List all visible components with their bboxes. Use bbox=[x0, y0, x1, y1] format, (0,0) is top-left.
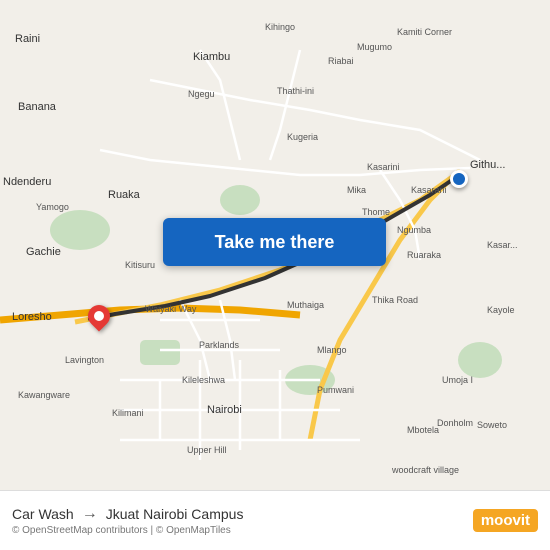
svg-text:Parklands: Parklands bbox=[199, 340, 240, 350]
svg-text:Kiambu: Kiambu bbox=[193, 51, 230, 63]
origin-label: Car Wash bbox=[12, 506, 74, 522]
svg-text:Banana: Banana bbox=[18, 101, 57, 113]
svg-text:Kayole: Kayole bbox=[487, 305, 515, 315]
svg-text:Ngumba: Ngumba bbox=[397, 225, 431, 235]
svg-text:Yamogo: Yamogo bbox=[36, 202, 69, 212]
origin-marker bbox=[450, 170, 468, 188]
svg-text:Kamiti Corner: Kamiti Corner bbox=[397, 27, 452, 37]
svg-text:Githu...: Githu... bbox=[470, 159, 505, 171]
svg-text:Mugumo: Mugumo bbox=[357, 42, 392, 52]
map-attribution: © OpenStreetMap contributors | © OpenMap… bbox=[12, 525, 473, 536]
svg-text:Thome: Thome bbox=[362, 207, 390, 217]
svg-text:Kihingo: Kihingo bbox=[265, 22, 295, 32]
route-info: Car Wash → Jkuat Nairobi Campus bbox=[12, 505, 473, 523]
svg-text:Lavington: Lavington bbox=[65, 355, 104, 365]
svg-text:Ngegu: Ngegu bbox=[188, 89, 215, 99]
svg-text:Loresho: Loresho bbox=[12, 311, 52, 323]
svg-text:Soweto: Soweto bbox=[477, 420, 507, 430]
svg-text:Waiyaki Way: Waiyaki Way bbox=[145, 304, 197, 314]
svg-text:Kasar...: Kasar... bbox=[487, 240, 518, 250]
svg-text:Nairobi: Nairobi bbox=[207, 404, 242, 416]
svg-text:Mbotela: Mbotela bbox=[407, 425, 439, 435]
svg-text:Mlango: Mlango bbox=[317, 345, 347, 355]
moovit-logo-text: moovit bbox=[473, 509, 538, 532]
arrow-icon: → bbox=[82, 505, 98, 523]
bottom-bar: Car Wash → Jkuat Nairobi Campus © OpenSt… bbox=[0, 490, 550, 550]
svg-text:Gachie: Gachie bbox=[26, 246, 61, 258]
svg-text:Mika: Mika bbox=[347, 185, 366, 195]
svg-text:Kitisuru: Kitisuru bbox=[125, 260, 155, 270]
svg-text:Umoja I: Umoja I bbox=[442, 375, 473, 385]
svg-text:Upper Hill: Upper Hill bbox=[187, 445, 227, 455]
svg-text:Kileleshwa: Kileleshwa bbox=[182, 375, 225, 385]
svg-text:Pumwani: Pumwani bbox=[317, 385, 354, 395]
svg-text:Raini: Raini bbox=[15, 33, 40, 45]
svg-text:woodcraft village: woodcraft village bbox=[391, 465, 459, 475]
route-summary: Car Wash → Jkuat Nairobi Campus © OpenSt… bbox=[12, 505, 473, 536]
svg-text:Kasarani: Kasarani bbox=[411, 185, 447, 195]
svg-text:Ruaraka: Ruaraka bbox=[407, 250, 441, 260]
svg-text:Kugeria: Kugeria bbox=[287, 132, 318, 142]
svg-text:Ndenderu: Ndenderu bbox=[3, 176, 51, 188]
svg-text:Kilimani: Kilimani bbox=[112, 408, 144, 418]
take-me-there-button[interactable]: Take me there bbox=[163, 218, 386, 266]
svg-text:Kasarini: Kasarini bbox=[367, 162, 400, 172]
svg-text:Riabai: Riabai bbox=[328, 56, 354, 66]
svg-text:Thathi-ini: Thathi-ini bbox=[277, 86, 314, 96]
svg-text:Ruaka: Ruaka bbox=[108, 189, 141, 201]
svg-text:Kawangware: Kawangware bbox=[18, 390, 70, 400]
svg-text:Thika Road: Thika Road bbox=[372, 295, 418, 305]
map-container: Raini Banana Ndenderu Yamogo Gachie Ruak… bbox=[0, 0, 550, 490]
destination-label: Jkuat Nairobi Campus bbox=[106, 506, 244, 522]
svg-text:Muthaiga: Muthaiga bbox=[287, 300, 324, 310]
svg-text:Donholm: Donholm bbox=[437, 418, 473, 428]
moovit-logo: moovit bbox=[473, 509, 538, 532]
